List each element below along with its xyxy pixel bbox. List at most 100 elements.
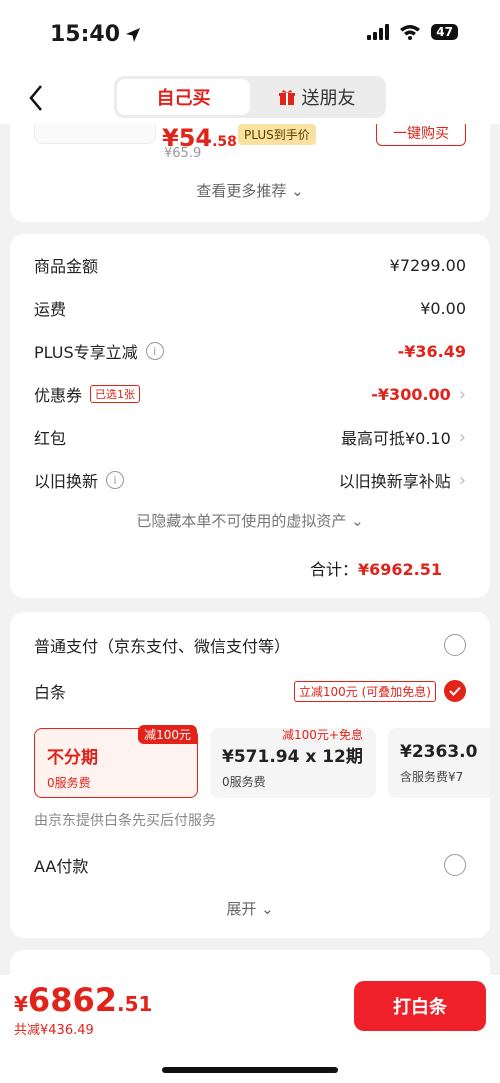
normal-pay-radio[interactable]: [444, 634, 466, 656]
total-label: 合计：: [309, 560, 358, 579]
pay-amount-int: 6862: [27, 981, 117, 1019]
plan-title: ¥571.94 x 12期: [222, 747, 363, 767]
info-icon[interactable]: i: [145, 342, 164, 360]
installment-plans: 减100元 不分期 0服务费 减100元+免息 ¥571.94 x 12期 0服…: [34, 724, 490, 800]
aa-pay-radio[interactable]: [444, 854, 466, 876]
plan-title: 不分期: [47, 748, 98, 768]
one-key-buy-button[interactable]: 一键购买: [376, 124, 466, 146]
shipping-value: ¥0.00: [420, 298, 466, 318]
plan-3-months[interactable]: ¥2363.0 含服务费¥7: [388, 728, 490, 798]
plus-discount-value: -¥36.49: [397, 341, 466, 361]
tab-buy-self-label: 自己买: [156, 88, 211, 109]
plan-fee: 含服务费¥7: [400, 770, 464, 784]
coupon-label: 优惠券: [34, 386, 83, 405]
row-red-packet[interactable]: 红包 最高可抵¥0.10 ›: [34, 422, 466, 452]
tab-send-friend-label: 送朋友: [301, 88, 356, 109]
gift-icon: [278, 90, 295, 105]
recommend-original-price: ¥65.9: [164, 146, 202, 161]
plan-fee: 0服务费: [47, 776, 91, 790]
row-coupon[interactable]: 优惠券 已选1张 -¥300.00 ›: [34, 379, 466, 409]
hidden-assets-toggle[interactable]: 已隐藏本单不可使用的虚拟资产 ⌄: [10, 510, 490, 531]
cellular-signal-icon: [367, 24, 390, 40]
pay-amount: ¥6862.51: [14, 981, 152, 1019]
trade-in-label-wrap: 以旧换新 i: [34, 468, 125, 492]
goods-amount-value: ¥7299.00: [389, 255, 466, 275]
recommend-card: ¥54.58 PLUS到手价 ¥65.9 一键购买 查看更多推荐 ⌄: [10, 124, 490, 222]
trade-in-label: 以旧换新: [34, 472, 99, 491]
trade-in-value-wrap: 以旧换新享补贴 ›: [339, 468, 466, 492]
red-packet-value-wrap: 最高可抵¥0.10 ›: [341, 425, 466, 449]
baitiao-right: 立减100元 (可叠加免息): [293, 680, 466, 702]
price-summary-card: 商品金额 ¥7299.00 运费 ¥0.00 PLUS专享立减 i -¥36.4…: [10, 234, 490, 598]
coupon-value-wrap: -¥300.00 ›: [371, 384, 466, 405]
plus-discount-label-wrap: PLUS专享立减 i: [34, 339, 164, 363]
time-text: 15:40: [50, 22, 121, 47]
plan-fee: 0服务费: [222, 775, 266, 789]
wifi-icon: [400, 25, 421, 40]
red-packet-value: 最高可抵¥0.10: [340, 429, 451, 448]
row-goods-amount: 商品金额 ¥7299.00: [34, 250, 466, 280]
plus-discount-label: PLUS专享立减: [34, 343, 138, 362]
row-shipping: 运费 ¥0.00: [34, 293, 466, 323]
aa-pay-label: AA付款: [34, 857, 89, 876]
purchase-mode-switch: 自己买 送朋友: [114, 76, 386, 118]
shipping-label: 运费: [34, 300, 67, 319]
status-icons: 47: [367, 24, 458, 40]
chevron-right-icon: ›: [458, 383, 466, 405]
checkout-bar: ¥6862.51 共减¥436.49 打白条: [0, 975, 500, 1083]
checkmark-icon: [449, 686, 461, 696]
location-arrow-icon: [126, 27, 141, 42]
tab-send-friend[interactable]: 送朋友: [250, 79, 383, 115]
total-saved: 共减¥436.49: [14, 1023, 94, 1038]
row-trade-in[interactable]: 以旧换新 i 以旧换新享补贴 ›: [34, 465, 466, 495]
plan-title: ¥2363.0: [400, 742, 478, 762]
expand-label: 展开: [226, 900, 257, 918]
status-time: 15:40: [50, 22, 142, 47]
baitiao-pay-button[interactable]: 打白条: [354, 981, 486, 1031]
battery-icon: 47: [431, 24, 458, 40]
baitiao-provider-note: 由京东提供白条先买后付服务: [34, 813, 216, 829]
row-normal-pay[interactable]: 普通支付（京东支付、微信支付等）: [34, 630, 466, 660]
product-thumbnail[interactable]: [34, 124, 156, 144]
row-aa-pay[interactable]: AA付款: [34, 850, 466, 880]
row-baitiao[interactable]: 白条 立减100元 (可叠加免息): [34, 676, 466, 706]
normal-pay-label: 普通支付（京东支付、微信支付等）: [34, 637, 291, 656]
chevron-right-icon: ›: [458, 426, 466, 448]
row-plus-discount: PLUS专享立减 i -¥36.49: [34, 336, 466, 366]
hidden-assets-label: 已隐藏本单不可使用的虚拟资产: [136, 512, 347, 530]
info-icon[interactable]: i: [106, 471, 125, 489]
back-button[interactable]: [22, 82, 50, 114]
baitiao-label: 白条: [34, 683, 67, 702]
plan-promo-note: 减100元+免息: [282, 728, 363, 742]
more-recommend-label: 查看更多推荐: [196, 182, 287, 200]
chevron-down-icon: ⌄: [291, 182, 304, 200]
expand-payment-options[interactable]: 展开 ⌄: [10, 898, 490, 919]
total-value: ¥6962.51: [357, 560, 442, 579]
back-chevron-icon: [29, 85, 42, 111]
pay-amount-dec: .51: [116, 992, 153, 1016]
more-recommend-link[interactable]: 查看更多推荐 ⌄: [10, 180, 490, 201]
payment-card: 普通支付（京东支付、微信支付等） 白条 立减100元 (可叠加免息) 减100元…: [10, 612, 490, 938]
coupon-selected-tag: 已选1张: [90, 385, 141, 403]
chevron-down-icon: ⌄: [261, 900, 274, 918]
plan-no-installment[interactable]: 减100元 不分期 0服务费: [34, 725, 198, 798]
chevron-down-icon: ⌄: [351, 512, 364, 530]
plus-price-badge: PLUS到手价: [238, 124, 316, 145]
plan-discount-badge: 减100元: [138, 725, 197, 744]
red-packet-label: 红包: [34, 429, 67, 448]
chevron-right-icon: ›: [458, 469, 466, 491]
pay-currency: ¥: [14, 992, 28, 1016]
coupon-label-wrap: 优惠券 已选1张: [34, 382, 141, 406]
top-nav: 自己买 送朋友: [0, 72, 500, 124]
trade-in-value: 以旧换新享补贴: [338, 472, 451, 491]
status-bar: 15:40 47: [0, 0, 500, 72]
tab-buy-self[interactable]: 自己买: [117, 79, 250, 115]
coupon-value: -¥300.00: [371, 384, 451, 404]
goods-amount-label: 商品金额: [34, 257, 99, 276]
order-total: 合计：¥6962.51: [310, 556, 442, 580]
baitiao-radio-checked[interactable]: [444, 680, 466, 702]
home-indicator: [162, 1067, 338, 1073]
recommend-price-dec: .58: [212, 134, 237, 150]
plan-12-months[interactable]: 减100元+免息 ¥571.94 x 12期 0服务费: [210, 728, 376, 798]
baitiao-promo-tag: 立减100元 (可叠加免息): [293, 680, 436, 702]
